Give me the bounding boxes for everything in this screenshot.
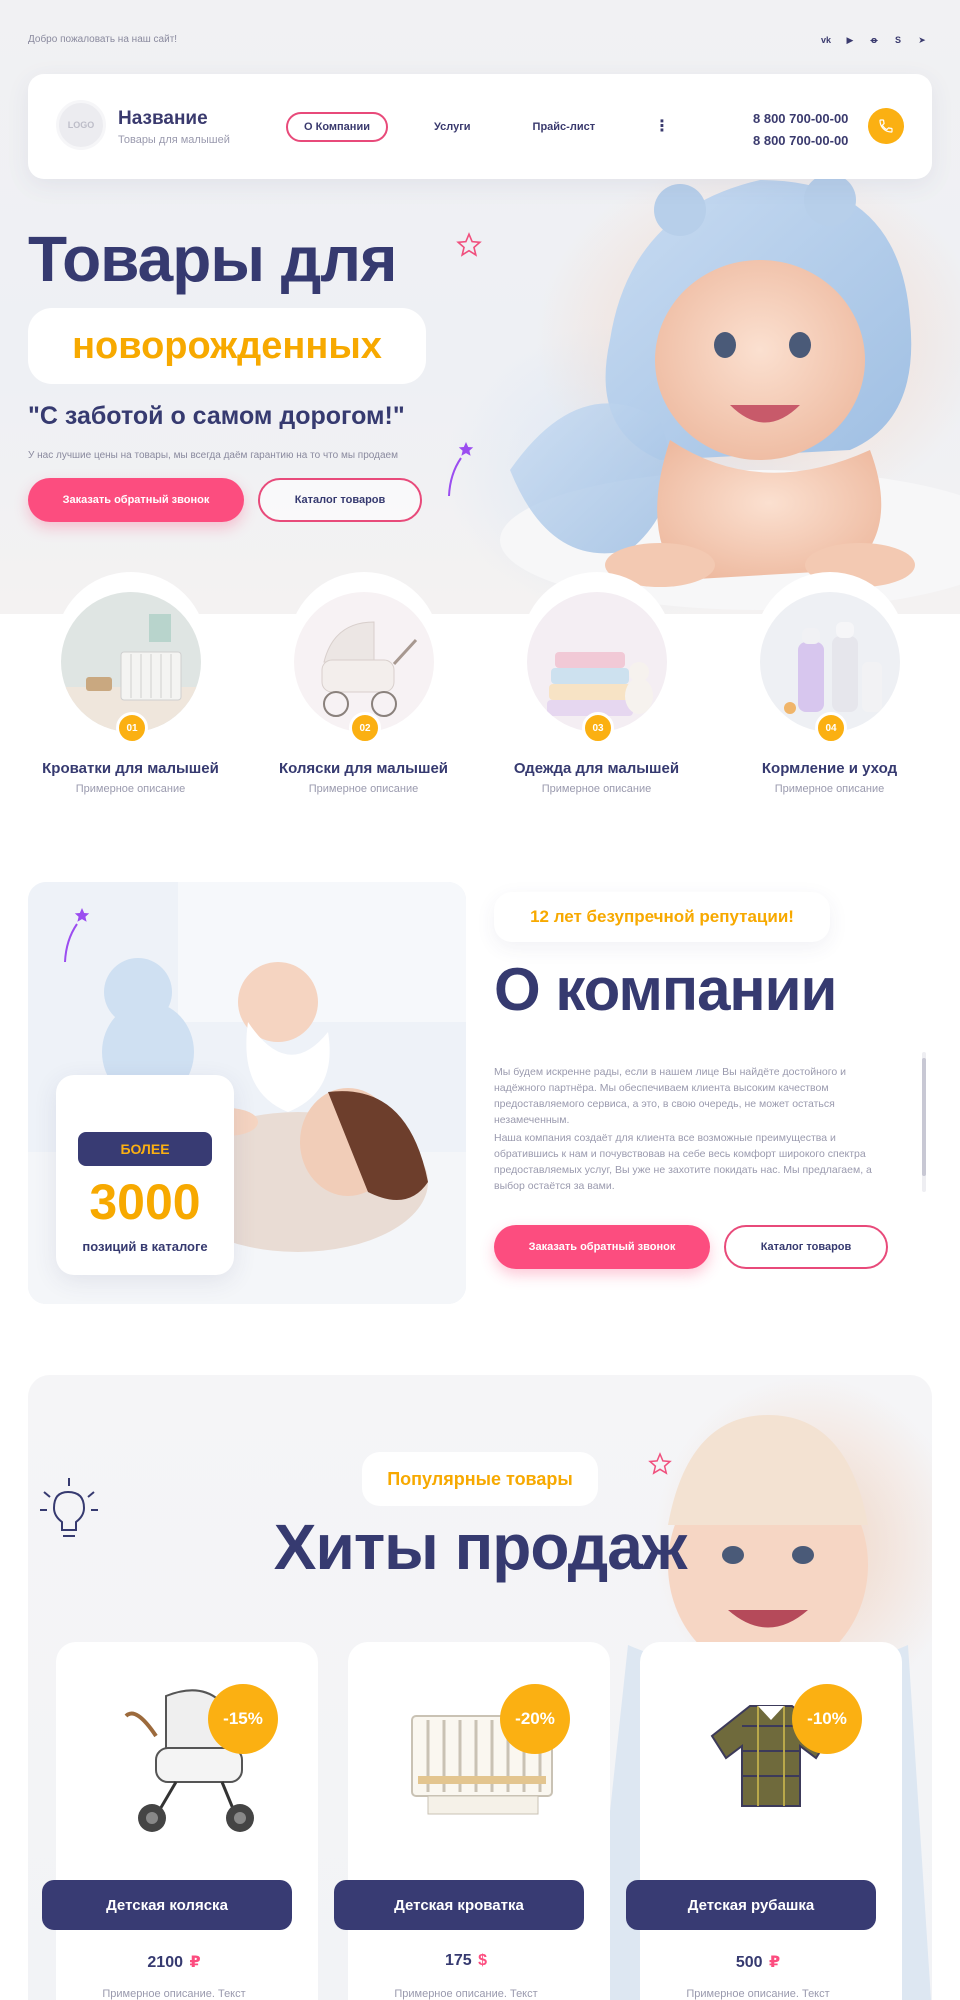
phone-icon bbox=[879, 119, 893, 133]
product-description: Примерное описание. Текст bbox=[686, 1988, 830, 2000]
product-card[interactable]: -20% Детская кроватка 175 $ Примерное оп… bbox=[334, 1642, 610, 2000]
more-menu-icon[interactable]: ⋮ bbox=[654, 116, 670, 136]
social-links: vk ▶ ꝋ S ➤ bbox=[820, 34, 928, 46]
reputation-badge: 12 лет безупречной репутации! bbox=[494, 892, 830, 942]
about-title: О компании bbox=[494, 956, 837, 1023]
vk-icon[interactable]: vk bbox=[820, 34, 832, 46]
nav-services[interactable]: Услуги bbox=[418, 114, 487, 140]
hero-title: Товары для bbox=[28, 223, 397, 295]
hero-description: У нас лучшие цены на товары, мы всегда д… bbox=[28, 450, 398, 461]
stat-number: 3000 bbox=[89, 1174, 201, 1230]
category-number: 04 bbox=[815, 712, 847, 744]
category-image-strollers[interactable] bbox=[294, 592, 434, 732]
youtube-icon[interactable]: ▶ bbox=[844, 34, 856, 46]
telegram-icon[interactable]: ➤ bbox=[916, 34, 928, 46]
about-callback-button[interactable]: Заказать обратный звонок bbox=[494, 1225, 710, 1269]
page: Добро пожаловать на наш сайт! vk ▶ ꝋ S ➤… bbox=[0, 0, 960, 2000]
welcome-text: Добро пожаловать на наш сайт! bbox=[28, 34, 178, 45]
nav-price-list[interactable]: Прайс-лист bbox=[517, 114, 612, 140]
currency-symbol: ₽ bbox=[769, 1954, 781, 1971]
magic-wand-icon bbox=[64, 908, 90, 963]
category-image-feeding[interactable] bbox=[760, 592, 900, 732]
category-number: 01 bbox=[116, 712, 148, 744]
price-value: 175 bbox=[444, 1952, 472, 1969]
category-description: Примерное описание bbox=[774, 783, 885, 795]
about-catalog-button[interactable]: Каталог товаров bbox=[724, 1225, 888, 1269]
category-title[interactable]: Одежда для малышей bbox=[480, 760, 713, 777]
call-button[interactable] bbox=[868, 108, 904, 144]
product-price: 500 ₽ bbox=[640, 1952, 876, 1972]
star-decoration-icon bbox=[648, 1452, 672, 1475]
brand-name[interactable]: Название bbox=[118, 108, 208, 130]
phone-numbers: 8 800 700-00-00 8 800 700-00-00 bbox=[753, 108, 848, 152]
category-description: Примерное описание bbox=[541, 783, 652, 795]
category-number: 03 bbox=[582, 712, 614, 744]
star-decoration-icon bbox=[456, 232, 482, 257]
catalog-stat-card: БОЛЕЕ 3000 позиций в каталоге bbox=[56, 1075, 234, 1275]
hero-highlight: новорожденных bbox=[28, 308, 426, 384]
nav-about[interactable]: О Компании bbox=[286, 112, 388, 142]
stat-label: позиций в каталоге bbox=[82, 1239, 208, 1254]
about-paragraph: Мы будем искренне рады, если в нашем лиц… bbox=[494, 1066, 846, 1126]
discount-badge: -10% bbox=[792, 1684, 862, 1754]
hits-title: Хиты продаж bbox=[273, 1511, 687, 1583]
category-description: Примерное описание bbox=[308, 783, 419, 795]
product-name[interactable]: Детская коляска bbox=[42, 1880, 292, 1930]
logo[interactable]: LOGO bbox=[56, 100, 106, 150]
main-nav: О Компании Услуги Прайс-лист bbox=[286, 112, 611, 142]
catalog-button[interactable]: Каталог товаров bbox=[258, 478, 422, 522]
callback-button[interactable]: Заказать обратный звонок bbox=[28, 478, 244, 522]
category-image-clothes[interactable] bbox=[527, 592, 667, 732]
currency-symbol: $ bbox=[478, 1952, 488, 1969]
product-name[interactable]: Детская кроватка bbox=[334, 1880, 584, 1930]
price-value: 500 bbox=[735, 1954, 763, 1971]
category-title[interactable]: Кроватки для малышей bbox=[14, 760, 247, 777]
product-description: Примерное описание. Текст bbox=[102, 1988, 246, 2000]
category-image-cribs[interactable] bbox=[61, 592, 201, 732]
phone-number[interactable]: 8 800 700-00-00 bbox=[753, 108, 848, 130]
category-description: Примерное описание bbox=[75, 783, 186, 795]
product-card[interactable]: -15% Детская коляска 2100 ₽ Примерное оп… bbox=[42, 1642, 318, 2000]
popular-badge: Популярные товары bbox=[362, 1452, 598, 1506]
category-title[interactable]: Коляски для малышей bbox=[247, 760, 480, 777]
category-number: 02 bbox=[349, 712, 381, 744]
product-name[interactable]: Детская рубашка bbox=[626, 1880, 876, 1930]
magic-wand-icon bbox=[448, 442, 474, 497]
product-card[interactable]: -10% Детская рубашка 500 ₽ Примерное опи… bbox=[626, 1642, 902, 2000]
hero-baby-image bbox=[500, 174, 960, 610]
odnoklassniki-icon[interactable]: ꝋ bbox=[868, 34, 880, 46]
discount-badge: -20% bbox=[500, 1684, 570, 1754]
about-text: Мы будем искренне рады, если в нашем лиц… bbox=[494, 1064, 900, 1192]
product-price: 2100 ₽ bbox=[56, 1952, 292, 1972]
about-paragraph: Наша компания создаёт для клиента все во… bbox=[494, 1132, 872, 1192]
hero-subtitle: "С заботой о самом дорогом!" bbox=[28, 402, 405, 430]
categories-section: 01 Кроватки для малышей Примерное описан… bbox=[0, 572, 960, 814]
discount-badge: -15% bbox=[208, 1684, 278, 1754]
skype-icon[interactable]: S bbox=[892, 34, 904, 46]
category-title[interactable]: Кормление и уход bbox=[713, 760, 946, 777]
currency-symbol: ₽ bbox=[189, 1954, 201, 1971]
stat-badge: БОЛЕЕ bbox=[78, 1132, 212, 1166]
about-scrollbar-thumb[interactable] bbox=[922, 1058, 926, 1176]
price-value: 2100 bbox=[147, 1954, 183, 1971]
phone-number[interactable]: 8 800 700-00-00 bbox=[753, 130, 848, 152]
product-price: 175 $ bbox=[348, 1952, 584, 1970]
product-description: Примерное описание. Текст bbox=[394, 1988, 538, 2000]
site-header: LOGO Название Товары для малышей О Компа… bbox=[28, 74, 932, 179]
brand-tagline: Товары для малышей bbox=[118, 134, 230, 146]
